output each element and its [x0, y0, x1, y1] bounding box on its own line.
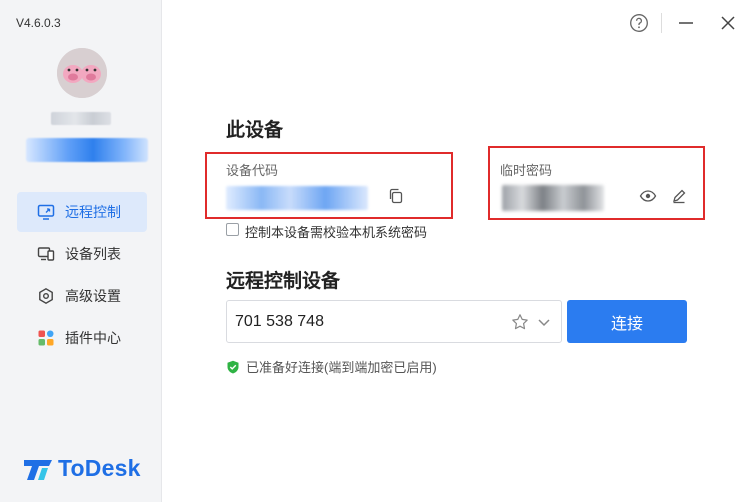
user-id-redacted[interactable]: [26, 138, 148, 162]
toolbar-divider: [661, 13, 662, 33]
avatar[interactable]: [57, 48, 107, 98]
chevron-down-icon[interactable]: [533, 311, 555, 333]
device-code-label: 设备代码: [226, 163, 279, 178]
minimize-icon[interactable]: [675, 12, 697, 34]
sidebar-item-advanced-settings[interactable]: 高级设置: [17, 276, 147, 316]
remote-control-title: 远程控制设备: [226, 271, 341, 292]
star-icon[interactable]: [509, 311, 531, 333]
remote-id-input[interactable]: 701 538 748: [226, 300, 562, 343]
sidebar-item-remote-control[interactable]: 远程控制: [17, 192, 147, 232]
sidebar-item-plugin-center[interactable]: 插件中心: [17, 318, 147, 358]
device-code-value-redacted: [226, 186, 368, 210]
this-device-title: 此设备: [226, 120, 284, 141]
username-redacted: [51, 112, 111, 125]
require-password-label[interactable]: 控制本设备需校验本机系统密码: [245, 222, 427, 241]
monitor-remote-icon: [37, 203, 55, 221]
copy-icon[interactable]: [385, 185, 407, 207]
sidebar-item-label: 远程控制: [65, 204, 121, 220]
close-icon[interactable]: [717, 12, 739, 34]
app-version: V4.6.0.3: [16, 16, 61, 30]
brand-logo: ToDesk: [22, 454, 141, 482]
sidebar-item-device-list[interactable]: 设备列表: [17, 234, 147, 274]
plugins-grid-icon: [37, 329, 55, 347]
connection-status-text: 已准备好连接(端到端加密已启用): [246, 360, 437, 375]
settings-hex-icon: [37, 287, 55, 305]
sidebar-item-label: 高级设置: [65, 288, 121, 304]
todesk-logo-icon: [24, 460, 52, 480]
connect-button[interactable]: 连接: [567, 300, 687, 343]
sidebar: V4.6.0.3 远程控制 设备列表 高级设置 插件中心 ToDesk: [0, 0, 162, 502]
eye-icon[interactable]: [637, 185, 659, 207]
brand-name: ToDesk: [58, 454, 141, 481]
help-icon[interactable]: [628, 12, 650, 34]
sidebar-item-label: 设备列表: [65, 246, 121, 262]
temp-password-value-redacted: [502, 185, 604, 211]
temp-password-label: 临时密码: [500, 163, 553, 178]
require-password-checkbox[interactable]: [226, 223, 239, 236]
remote-id-value[interactable]: 701 538 748: [235, 313, 324, 331]
sidebar-nav: 远程控制 设备列表 高级设置 插件中心: [17, 192, 147, 360]
devices-icon: [37, 245, 55, 263]
edit-icon[interactable]: [668, 185, 690, 207]
shield-check-icon: [227, 360, 239, 373]
sidebar-item-label: 插件中心: [65, 330, 121, 346]
connection-status: 已准备好连接(端到端加密已启用): [226, 357, 437, 376]
